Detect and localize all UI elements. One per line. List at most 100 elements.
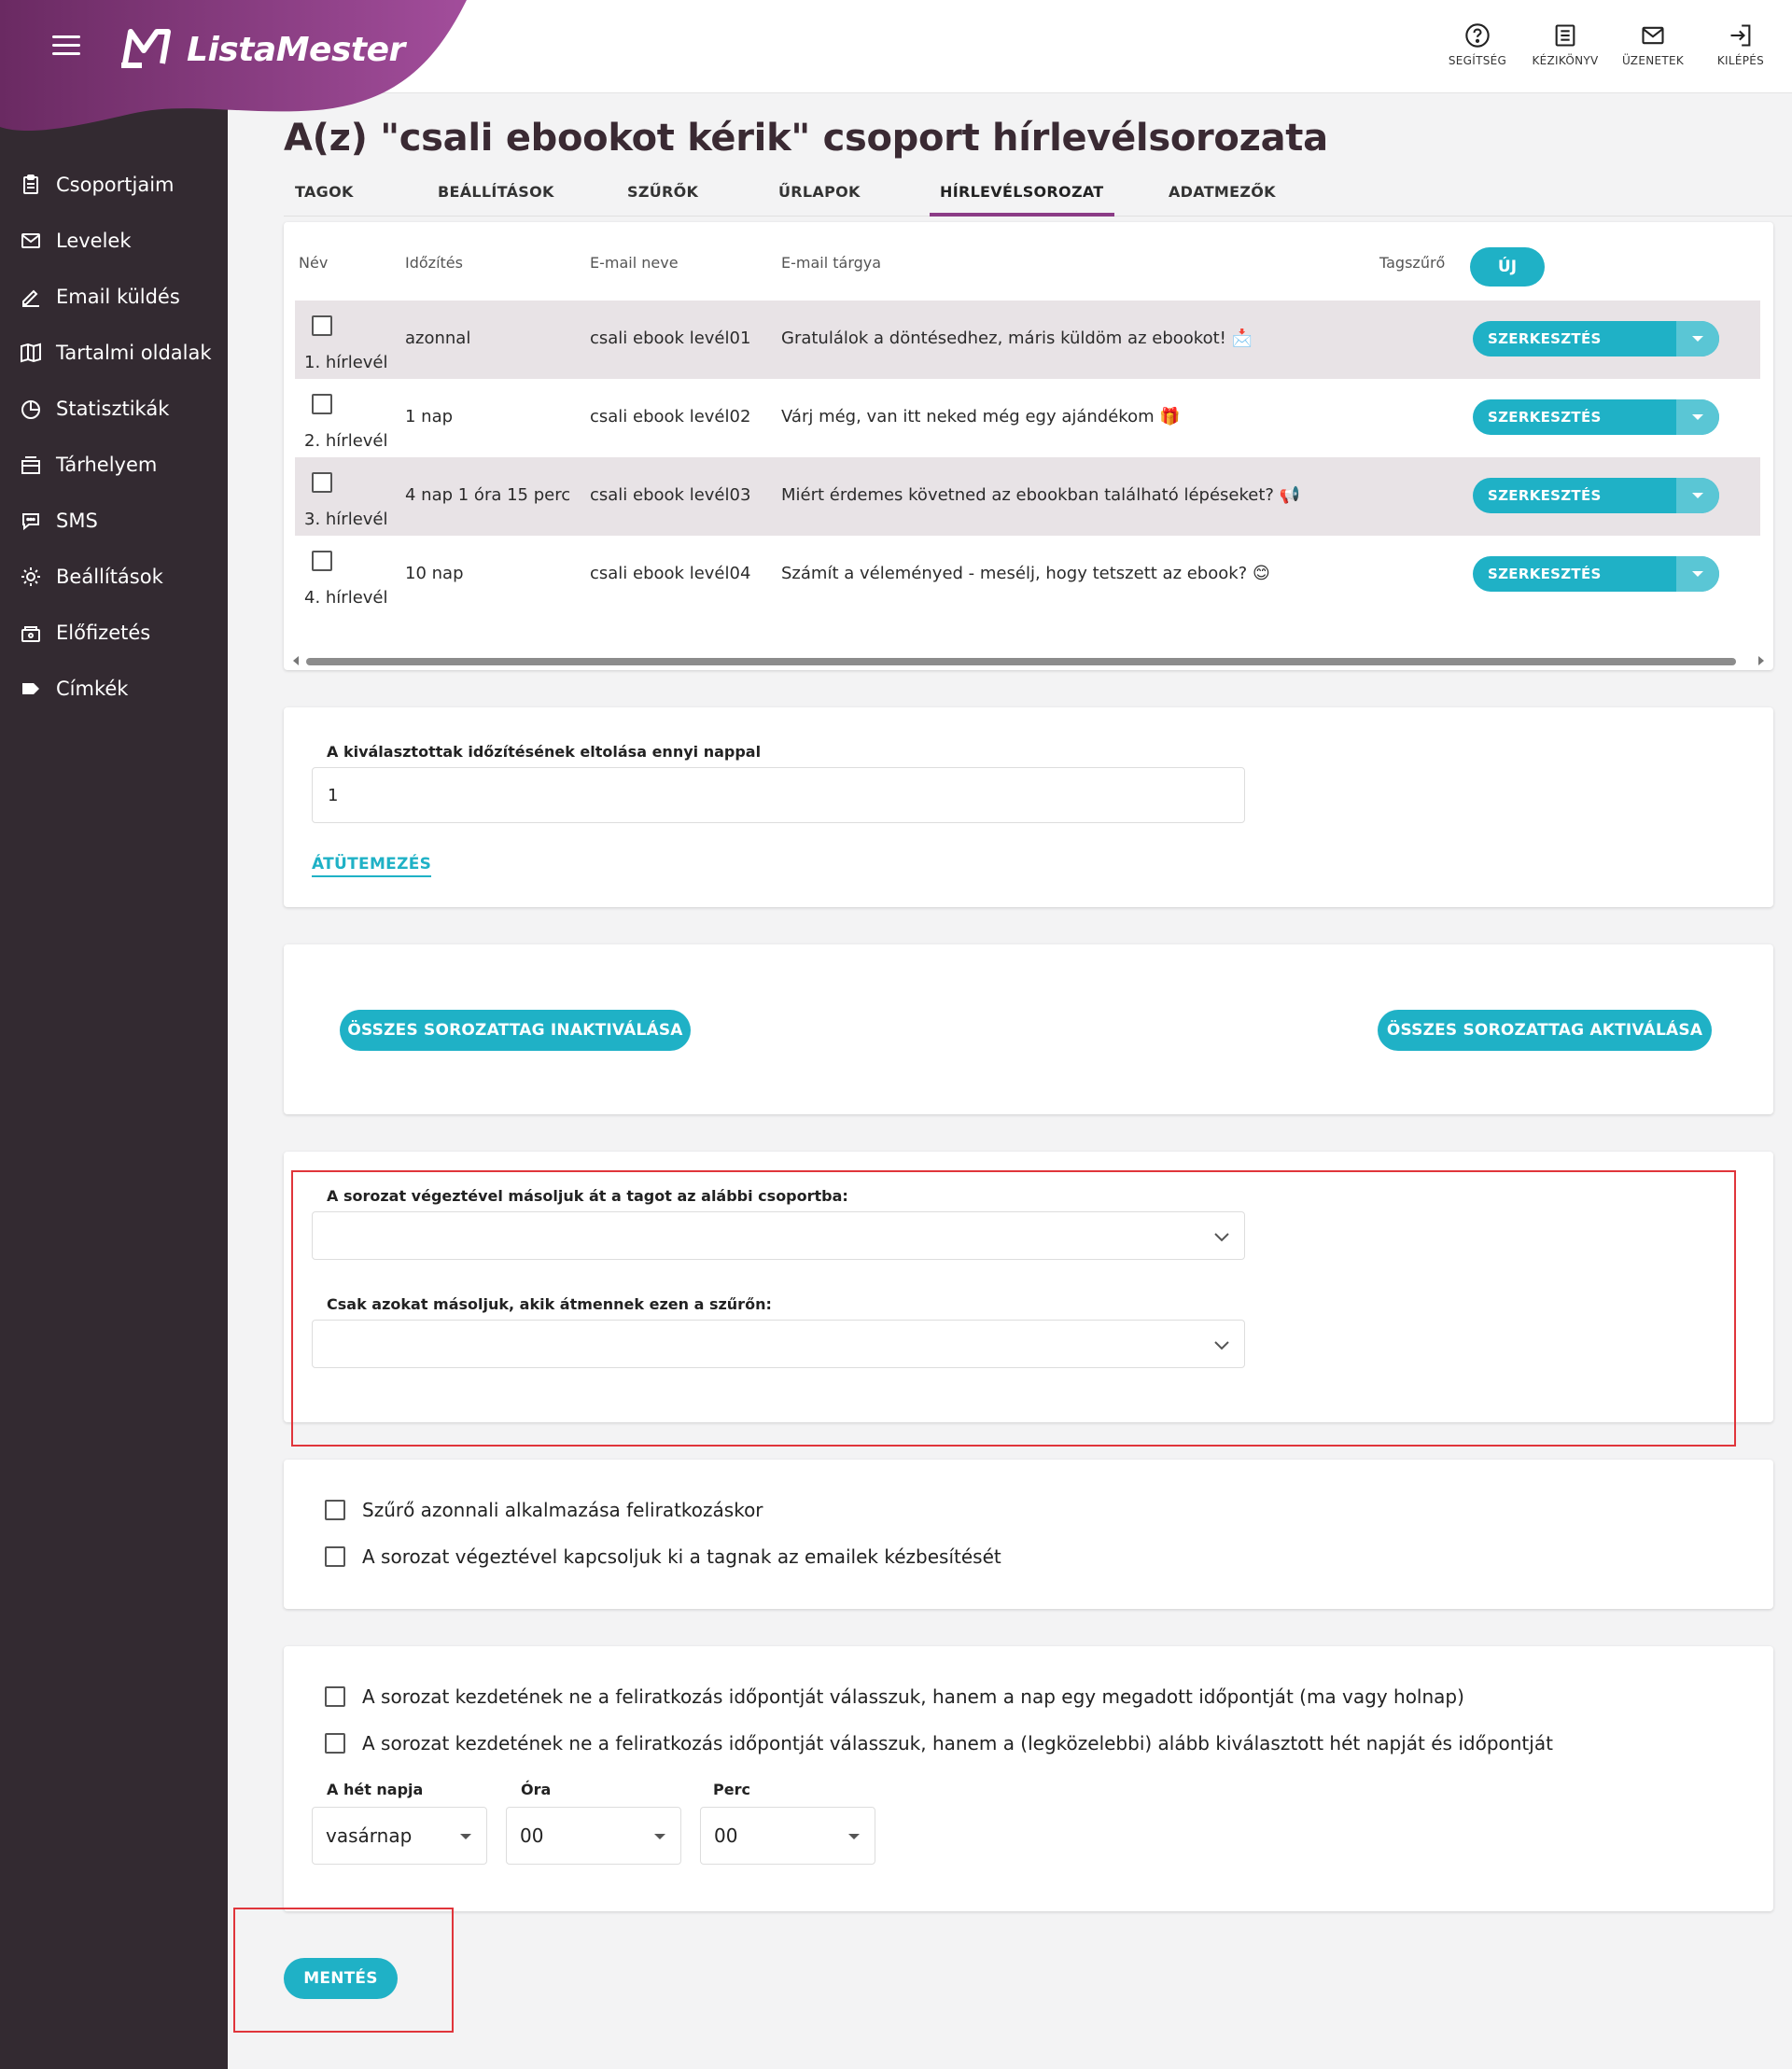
horizontal-scrollbar[interactable] bbox=[293, 655, 1764, 666]
logout-icon bbox=[1730, 24, 1751, 47]
row-email-name: csali ebook levél04 bbox=[590, 564, 751, 583]
tab-szurok[interactable]: SZŰRŐK bbox=[627, 177, 698, 217]
disable-delivery-label: A sorozat végeztével kapcsoljuk ki a tag… bbox=[362, 1545, 1001, 1568]
schedule-time-checkbox[interactable] bbox=[325, 1686, 345, 1707]
chevron-down-icon bbox=[1214, 1233, 1229, 1242]
sidebar-item-label: Statisztikák bbox=[56, 398, 170, 420]
book-icon bbox=[19, 341, 43, 365]
copy-settings-card: A sorozat végeztével másoljuk át a tagot… bbox=[284, 1152, 1773, 1422]
schedule-time-option[interactable]: A sorozat kezdetének ne a feliratkozás i… bbox=[325, 1685, 1464, 1708]
help-button[interactable]: SEGÍTSÉG bbox=[1443, 22, 1512, 67]
copy-group-select[interactable] bbox=[312, 1211, 1245, 1260]
sidebar-item-tarhelyem[interactable]: Tárhelyem bbox=[0, 437, 228, 493]
sidebar-item-csoportjaim[interactable]: Csoportjaim bbox=[0, 157, 228, 213]
minute-select[interactable]: 00 bbox=[700, 1807, 875, 1865]
help-icon bbox=[1465, 23, 1490, 48]
messages-label: ÜZENETEK bbox=[1621, 54, 1685, 67]
tab-adatmezok[interactable]: ADATMEZŐK bbox=[1169, 177, 1276, 217]
schedule-weekday-checkbox[interactable] bbox=[325, 1733, 345, 1754]
copy-group-label: A sorozat végeztével másoljuk át a tagot… bbox=[327, 1187, 848, 1205]
reschedule-card: A kiválasztottak időzítésének eltolása e… bbox=[284, 707, 1773, 907]
row-checkbox[interactable] bbox=[312, 315, 332, 336]
col-header-name: Név bbox=[299, 254, 329, 272]
apply-filter-checkbox[interactable] bbox=[325, 1500, 345, 1520]
sidebar-item-tartalmi-oldalak[interactable]: Tartalmi oldalak bbox=[0, 325, 228, 381]
weekday-select[interactable]: vasárnap bbox=[312, 1807, 487, 1865]
hamburger-line bbox=[52, 44, 80, 47]
hamburger-line bbox=[52, 35, 80, 38]
tab-beallitasok[interactable]: BEÁLLÍTÁSOK bbox=[438, 177, 554, 217]
col-header-subject: E-mail tárgya bbox=[781, 254, 882, 272]
scroll-right-icon[interactable] bbox=[1758, 656, 1764, 665]
row-checkbox[interactable] bbox=[312, 394, 332, 414]
chat-icon bbox=[19, 509, 43, 533]
edit-dropdown-toggle[interactable] bbox=[1676, 478, 1719, 513]
manual-icon bbox=[1555, 24, 1575, 47]
sidebar-item-levelek[interactable]: Levelek bbox=[0, 213, 228, 269]
reschedule-button[interactable]: ÁTÜTEMEZÉS bbox=[312, 855, 432, 877]
edit-dropdown-toggle[interactable] bbox=[1676, 321, 1719, 356]
scroll-left-icon[interactable] bbox=[293, 656, 299, 665]
apply-filter-option[interactable]: Szűrő azonnali alkalmazása feliratkozásk… bbox=[325, 1499, 763, 1521]
row-checkbox[interactable] bbox=[312, 472, 332, 493]
manual-button[interactable]: KÉZIKÖNYV bbox=[1531, 22, 1600, 67]
sidebar-item-email-kuldes[interactable]: Email küldés bbox=[0, 269, 228, 325]
new-button[interactable]: ÚJ bbox=[1470, 247, 1545, 287]
row-name: 4. hírlevél bbox=[304, 588, 388, 608]
tabs: TAGOK BEÁLLÍTÁSOK SZŰRŐK ŰRLAPOK HÍRLEVÉ… bbox=[284, 177, 1792, 217]
caret-down-icon bbox=[848, 1834, 860, 1839]
clipboard-icon bbox=[19, 173, 43, 197]
copy-filter-select[interactable] bbox=[312, 1320, 1245, 1368]
caret-down-icon bbox=[1692, 571, 1703, 577]
edit-button[interactable]: SZERKESZTÉS bbox=[1473, 556, 1676, 592]
col-header-email-name: E-mail neve bbox=[590, 254, 679, 272]
schedule-card: A sorozat kezdetének ne a feliratkozás i… bbox=[284, 1646, 1773, 1911]
col-header-timing: Időzítés bbox=[405, 254, 463, 272]
sidebar-item-cimkek[interactable]: Címkék bbox=[0, 661, 228, 717]
scrollbar-thumb[interactable] bbox=[306, 658, 1736, 665]
apply-filter-label: Szűrő azonnali alkalmazása feliratkozásk… bbox=[362, 1499, 763, 1521]
deactivate-all-button[interactable]: ÖSSZES SOROZATTAG INAKTIVÁLÁSA bbox=[340, 1010, 691, 1051]
disable-delivery-option[interactable]: A sorozat végeztével kapcsoljuk ki a tag… bbox=[325, 1545, 1001, 1568]
tab-urlapok[interactable]: ŰRLAPOK bbox=[778, 177, 861, 217]
messages-button[interactable]: ÜZENETEK bbox=[1618, 22, 1687, 67]
edit-split-button: SZERKESZTÉS bbox=[1473, 478, 1719, 513]
edit-button[interactable]: SZERKESZTÉS bbox=[1473, 399, 1676, 435]
disable-delivery-checkbox[interactable] bbox=[325, 1546, 345, 1567]
edit-button[interactable]: SZERKESZTÉS bbox=[1473, 478, 1676, 513]
save-button[interactable]: MENTÉS bbox=[284, 1958, 398, 1999]
edit-dropdown-toggle[interactable] bbox=[1676, 556, 1719, 592]
edit-dropdown-toggle[interactable] bbox=[1676, 399, 1719, 435]
sidebar-item-sms[interactable]: SMS bbox=[0, 493, 228, 549]
options-card: Szűrő azonnali alkalmazása feliratkozásk… bbox=[284, 1460, 1773, 1609]
subscription-icon bbox=[19, 621, 43, 645]
shift-days-input[interactable] bbox=[312, 767, 1245, 823]
menu-toggle-button[interactable] bbox=[52, 35, 80, 58]
row-subject: Gratulálok a döntésedhez, máris küldöm a… bbox=[781, 329, 1253, 348]
table-row: 4. hírlevél 10 nap csali ebook levél04 S… bbox=[295, 536, 1760, 614]
sidebar-nav: Csoportjaim Levelek Email küldés Tartalm… bbox=[0, 157, 228, 717]
tab-tagok[interactable]: TAGOK bbox=[295, 177, 354, 217]
sidebar-item-elofizetes[interactable]: Előfizetés bbox=[0, 605, 228, 661]
sidebar-item-label: Levelek bbox=[56, 230, 132, 252]
shift-days-label: A kiválasztottak időzítésének eltolása e… bbox=[327, 743, 762, 761]
tab-hirlevelsorozat[interactable]: HÍRLEVÉLSOROZAT bbox=[930, 177, 1114, 217]
schedule-weekday-option[interactable]: A sorozat kezdetének ne a feliratkozás i… bbox=[325, 1732, 1553, 1754]
sidebar-item-statisztikak[interactable]: Statisztikák bbox=[0, 381, 228, 437]
row-timing: 1 nap bbox=[405, 407, 454, 426]
sidebar-item-label: Beállítások bbox=[56, 566, 163, 588]
logo-text: ListaMester bbox=[187, 31, 405, 69]
hour-label: Óra bbox=[521, 1781, 552, 1798]
envelope-icon bbox=[19, 229, 43, 253]
activate-all-button[interactable]: ÖSSZES SOROZATTAG AKTIVÁLÁSA bbox=[1378, 1010, 1712, 1051]
logout-button[interactable]: KILÉPÉS bbox=[1706, 22, 1775, 67]
edit-split-button: SZERKESZTÉS bbox=[1473, 399, 1719, 435]
row-subject: Miért érdemes követned az ebookban talál… bbox=[781, 485, 1301, 505]
hour-select[interactable]: 00 bbox=[506, 1807, 681, 1865]
row-email-name: csali ebook levél01 bbox=[590, 329, 751, 348]
logout-label: KILÉPÉS bbox=[1716, 54, 1765, 67]
bulk-actions-card: ÖSSZES SOROZATTAG INAKTIVÁLÁSA ÖSSZES SO… bbox=[284, 944, 1773, 1114]
sidebar-item-beallitasok[interactable]: Beállítások bbox=[0, 549, 228, 605]
edit-button[interactable]: SZERKESZTÉS bbox=[1473, 321, 1676, 356]
row-checkbox[interactable] bbox=[312, 551, 332, 571]
